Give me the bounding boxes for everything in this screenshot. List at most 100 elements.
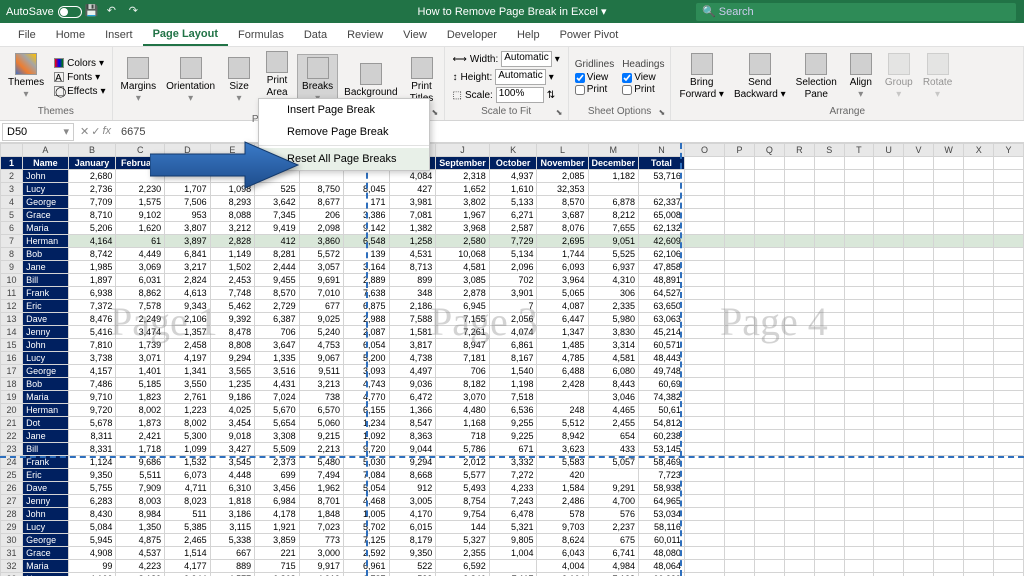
empty-cell[interactable] (814, 521, 844, 534)
empty-cell[interactable] (844, 482, 874, 495)
empty-cell[interactable] (784, 248, 814, 261)
data-cell[interactable]: 8,984 (116, 508, 165, 521)
data-cell[interactable]: 412 (255, 235, 299, 248)
data-cell[interactable]: 7,181 (436, 352, 490, 365)
empty-cell[interactable] (684, 573, 724, 576)
data-cell[interactable]: 1,099 (165, 443, 211, 456)
empty-cell[interactable] (844, 573, 874, 576)
data-cell[interactable]: 62,337 (639, 196, 685, 209)
data-cell[interactable]: 2,237 (588, 521, 639, 534)
data-cell[interactable]: 1,382 (389, 222, 436, 235)
data-cell[interactable]: 221 (255, 547, 299, 560)
empty-cell[interactable] (725, 248, 755, 261)
empty-cell[interactable] (754, 326, 784, 339)
row-header[interactable]: 27 (1, 495, 23, 508)
name-cell[interactable]: Bill (23, 443, 69, 456)
col-header[interactable]: V (904, 144, 934, 157)
row-header[interactable]: 16 (1, 352, 23, 365)
data-cell[interactable]: 5,240 (299, 326, 343, 339)
empty-cell[interactable] (933, 339, 963, 352)
data-cell[interactable]: 4,581 (436, 261, 490, 274)
data-cell[interactable]: 8,476 (68, 313, 116, 326)
empty-cell[interactable] (904, 417, 934, 430)
row-header[interactable]: 33 (1, 573, 23, 576)
empty-cell[interactable] (933, 313, 963, 326)
empty-cell[interactable] (994, 313, 1024, 326)
empty-cell[interactable] (784, 391, 814, 404)
empty-cell[interactable] (844, 261, 874, 274)
data-cell[interactable]: 7,081 (389, 209, 436, 222)
data-cell[interactable]: 2,096 (489, 261, 537, 274)
data-cell[interactable]: 7,494 (299, 469, 343, 482)
name-cell[interactable]: Dot (23, 417, 69, 430)
data-cell[interactable]: 3,642 (255, 196, 299, 209)
empty-cell[interactable] (964, 300, 994, 313)
data-cell[interactable]: 32,353 (537, 183, 588, 196)
data-cell[interactable]: 5,321 (489, 521, 537, 534)
data-cell[interactable]: 889 (210, 560, 254, 573)
empty-cell[interactable] (933, 482, 963, 495)
empty-cell[interactable] (844, 248, 874, 261)
data-cell[interactable]: 8,189 (116, 573, 165, 576)
empty-cell[interactable] (874, 508, 904, 521)
empty-cell[interactable] (725, 391, 755, 404)
empty-cell[interactable] (754, 534, 784, 547)
data-cell[interactable]: 1,514 (165, 547, 211, 560)
data-cell[interactable]: 206 (299, 209, 343, 222)
empty-cell[interactable] (933, 222, 963, 235)
empty-cell[interactable] (933, 430, 963, 443)
data-cell[interactable]: 5,416 (68, 326, 116, 339)
empty-cell[interactable] (814, 560, 844, 573)
name-cell[interactable]: Eric (23, 300, 69, 313)
data-cell[interactable]: 8,713 (389, 261, 436, 274)
empty-cell[interactable] (844, 352, 874, 365)
empty-cell[interactable] (784, 404, 814, 417)
empty-cell[interactable] (784, 378, 814, 391)
data-cell[interactable]: 6,937 (588, 261, 639, 274)
empty-cell[interactable] (933, 196, 963, 209)
data-cell[interactable]: 348 (389, 287, 436, 300)
data-cell[interactable]: 3,314 (588, 339, 639, 352)
empty-cell[interactable] (754, 508, 784, 521)
data-cell[interactable]: 6,570 (299, 404, 343, 417)
data-cell[interactable]: 9,455 (255, 274, 299, 287)
data-cell[interactable]: 4,785 (537, 352, 588, 365)
empty-cell[interactable] (684, 495, 724, 508)
empty-cell[interactable] (904, 482, 934, 495)
data-cell[interactable]: 9,142 (344, 222, 389, 235)
empty-cell[interactable] (844, 235, 874, 248)
row-header[interactable]: 20 (1, 404, 23, 417)
empty-cell[interactable] (874, 365, 904, 378)
empty-cell[interactable] (964, 430, 994, 443)
data-cell[interactable]: 3,964 (537, 274, 588, 287)
data-cell[interactable]: 9,067 (299, 352, 343, 365)
data-cell[interactable]: 5,133 (489, 196, 537, 209)
data-cell[interactable]: 8,750 (299, 183, 343, 196)
col-header[interactable]: C (116, 144, 165, 157)
empty-cell[interactable] (994, 339, 1024, 352)
empty-cell[interactable] (874, 352, 904, 365)
data-cell[interactable]: 2,828 (210, 235, 254, 248)
data-cell[interactable]: 5,060 (299, 417, 343, 430)
data-cell[interactable]: 1,739 (116, 339, 165, 352)
row-header[interactable]: 32 (1, 560, 23, 573)
data-cell[interactable]: 42,609 (639, 235, 685, 248)
empty-cell[interactable] (874, 560, 904, 573)
data-cell[interactable]: 3,545 (210, 456, 254, 469)
data-cell[interactable]: 5,462 (210, 300, 254, 313)
data-cell[interactable]: 667 (210, 547, 254, 560)
name-cell[interactable]: Dave (23, 482, 69, 495)
data-cell[interactable]: 63,650 (639, 300, 685, 313)
empty-cell[interactable] (994, 443, 1024, 456)
empty-cell[interactable] (904, 326, 934, 339)
data-cell[interactable]: 2,736 (68, 183, 116, 196)
data-cell[interactable]: 8,862 (116, 287, 165, 300)
empty-cell[interactable] (754, 287, 784, 300)
empty-cell[interactable] (874, 378, 904, 391)
data-cell[interactable]: 6,861 (489, 339, 537, 352)
empty-cell[interactable] (994, 170, 1024, 183)
data-cell[interactable]: 3,186 (210, 508, 254, 521)
data-cell[interactable]: 1,182 (588, 170, 639, 183)
data-cell[interactable]: 58,469 (639, 456, 685, 469)
data-cell[interactable]: 8,045 (344, 183, 389, 196)
